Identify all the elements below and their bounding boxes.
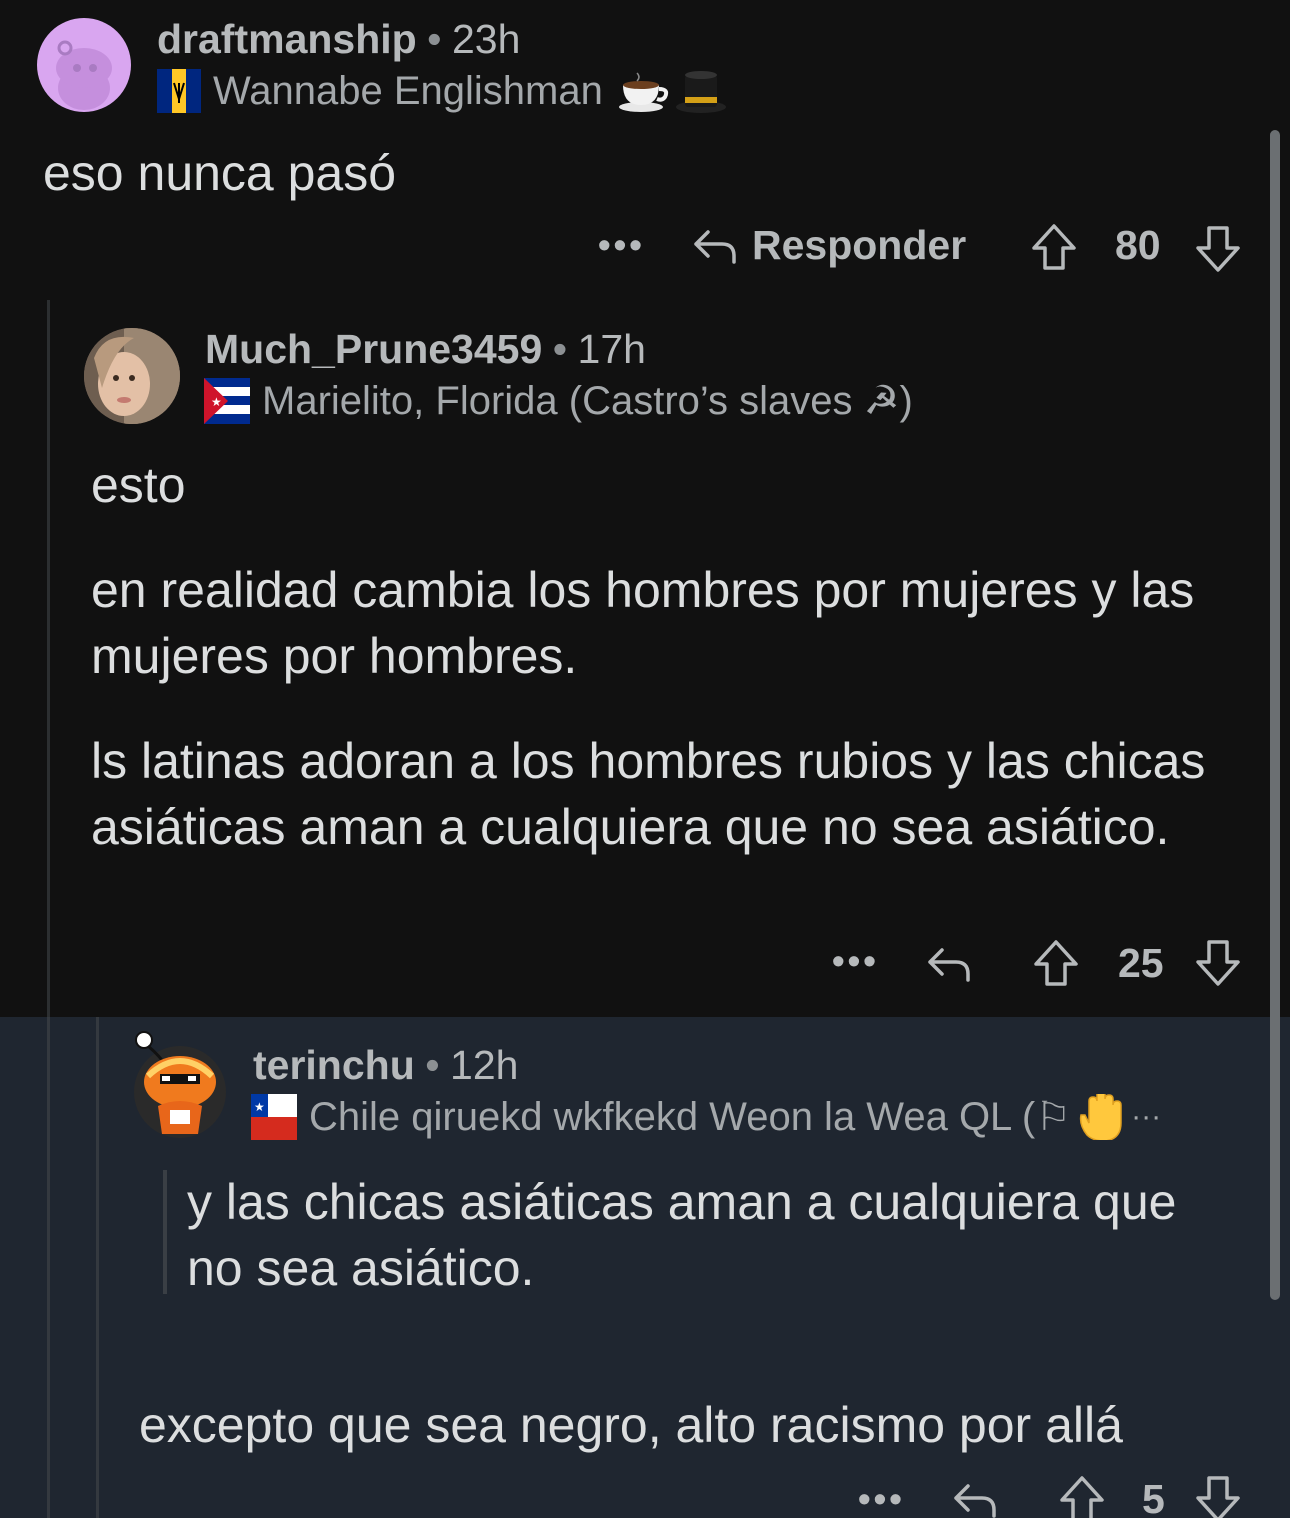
- user-flair: ★ Chile qiruekd wkfkekd Weon la Wea QL (…: [251, 1094, 1221, 1140]
- snoo-avatar-icon: [134, 1031, 226, 1138]
- vote-score: 5: [1142, 1476, 1165, 1518]
- separator-dot: •: [427, 16, 442, 62]
- more-options-button[interactable]: •••: [598, 224, 645, 266]
- upvote-icon[interactable]: [1058, 1474, 1106, 1518]
- vote-score: 25: [1118, 940, 1164, 986]
- avatar-terinchu[interactable]: [132, 1026, 228, 1142]
- reply-icon[interactable]: [926, 942, 972, 986]
- upvote-icon[interactable]: [1030, 222, 1078, 272]
- top-hat-icon: [675, 69, 727, 113]
- downvote-icon[interactable]: [1194, 938, 1242, 988]
- downvote-icon[interactable]: [1194, 224, 1242, 274]
- svg-text:★: ★: [254, 1100, 265, 1114]
- comment2-header: Much_Prune3459 • 17h: [205, 326, 646, 373]
- quote-bar: [163, 1170, 167, 1294]
- user-photo-icon: [84, 328, 180, 424]
- flair-overflow-indicator: ···: [1131, 1100, 1162, 1133]
- comment2-paragraph: en realidad cambia los hombres por mujer…: [91, 562, 1195, 684]
- timestamp: 23h: [451, 16, 521, 62]
- reply-icon[interactable]: [952, 1478, 998, 1518]
- comment3-body: excepto que sea negro, alto racismo por …: [139, 1397, 1123, 1453]
- avatar-much-prune[interactable]: [84, 328, 180, 424]
- comment2-paragraph: esto: [91, 457, 186, 513]
- username[interactable]: Much_Prune3459: [205, 326, 542, 372]
- comment1-actions: ••• Responder 80: [598, 222, 1248, 272]
- flair-text: Wannabe Englishman: [213, 68, 603, 113]
- raised-hand-icon: [1075, 1094, 1123, 1140]
- upvote-icon[interactable]: [1032, 938, 1080, 988]
- comment3-header: terinchu • 12h: [253, 1042, 518, 1089]
- flair-text: Marielito, Florida (Castro’s slaves ☭): [262, 379, 913, 423]
- vote-score: 80: [1115, 222, 1161, 268]
- thread-line[interactable]: [47, 1017, 50, 1518]
- scrollbar[interactable]: [1270, 130, 1280, 1300]
- username[interactable]: draftmanship: [157, 16, 417, 62]
- reply-icon[interactable]: [692, 224, 738, 268]
- downvote-icon[interactable]: [1194, 1474, 1242, 1518]
- avatar-draftmanship[interactable]: [37, 18, 131, 112]
- comment3-actions: ••• 5: [858, 1474, 1248, 1518]
- user-flair: ★ Marielito, Florida (Castro’s slaves ☭): [204, 378, 913, 424]
- more-options-button[interactable]: •••: [832, 940, 879, 982]
- separator-dot: •: [552, 326, 568, 372]
- chile-flag-icon: ★: [251, 1094, 297, 1140]
- reply-button[interactable]: Responder: [752, 222, 966, 269]
- comment2-actions: ••• 25: [832, 938, 1248, 988]
- user-flair: Wannabe Englishman: [157, 68, 727, 114]
- tea-cup-icon: [617, 69, 669, 113]
- svg-text:★: ★: [211, 395, 222, 409]
- quoted-text: y las chicas asiáticas aman a cualquiera…: [187, 1174, 1177, 1296]
- timestamp: 17h: [577, 326, 646, 372]
- thread-line[interactable]: [96, 1017, 99, 1518]
- username[interactable]: terinchu: [253, 1042, 415, 1088]
- comment1-header: draftmanship • 23h: [157, 16, 520, 63]
- timestamp: 12h: [450, 1042, 519, 1088]
- flair-text: Chile qiruekd wkfkekd Weon la Wea QL (⚐: [309, 1095, 1072, 1139]
- comment2-paragraph: ls latinas adoran a los hombres rubios y…: [91, 733, 1206, 855]
- barbados-flag-icon: [157, 69, 201, 113]
- snoo-avatar-icon: [56, 40, 112, 110]
- cuba-flag-icon: ★: [204, 378, 250, 424]
- comment1-body: eso nunca pasó: [43, 145, 397, 201]
- separator-dot: •: [425, 1042, 440, 1088]
- more-options-button[interactable]: •••: [858, 1478, 905, 1518]
